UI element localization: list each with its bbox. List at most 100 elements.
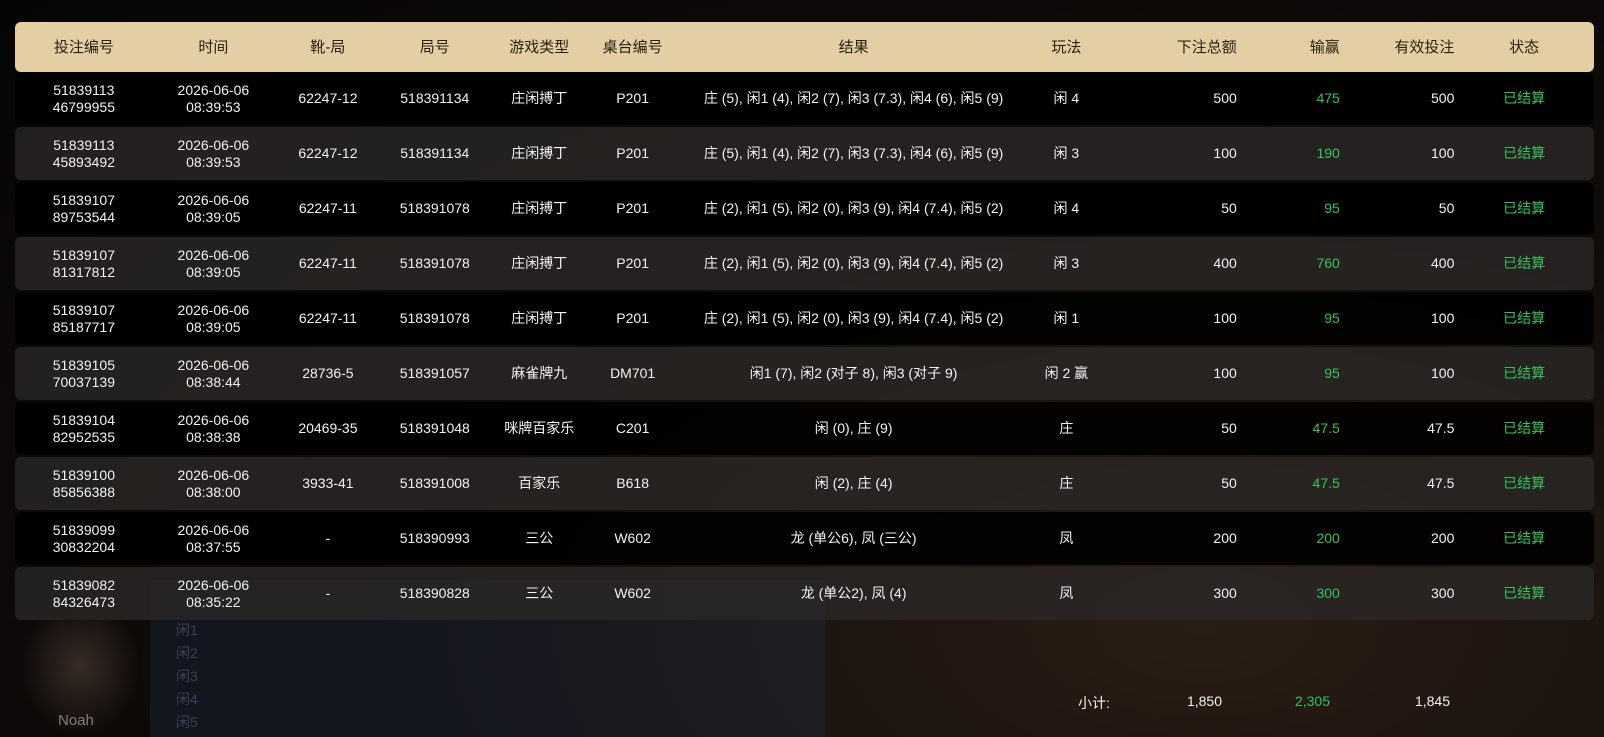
table-row[interactable]: 51839099 30832204 2026-06-06 08:37:55 - 51…: [15, 512, 1594, 565]
total-bet-cell: 50: [1221, 200, 1237, 216]
subtotal-row: 小计: 1,850 2,305 1,845: [0, 693, 1604, 717]
win-loss-cell: 760: [1316, 255, 1340, 271]
table-row[interactable]: 51839107 85187717 2026-06-06 08:39:05 6224…: [15, 292, 1594, 345]
total-bet-cell: 500: [1213, 90, 1237, 106]
table-no-cell: B618: [616, 475, 649, 491]
shoe-round-cell: 62247-12: [298, 90, 358, 106]
result-cell: 庄 (2), 闲1 (5), 闲2 (0), 闲3 (9), 闲4 (7.4),…: [703, 310, 1004, 326]
total-bet-cell: 400: [1213, 255, 1237, 271]
time-cell: 2026-06-06 08:38:44: [153, 357, 274, 391]
status-badge: 已结算: [1503, 585, 1546, 601]
bet-clock: 08:37:55: [186, 538, 241, 555]
play-cell: 庄: [1059, 420, 1074, 436]
round-no-cell: 518391048: [399, 420, 470, 436]
shoe-round-cell: 62247-12: [298, 145, 358, 161]
valid-bet-cell: 400: [1431, 255, 1455, 271]
table-no-cell: P201: [616, 200, 649, 216]
play-cell: 闲 3: [1053, 255, 1080, 271]
round-no-cell: 518391078: [399, 200, 470, 216]
table-row[interactable]: 51839113 45893492 2026-06-06 08:39:53 6224…: [15, 127, 1594, 180]
background-row-label: 闲2: [176, 645, 198, 661]
status-badge: 已结算: [1503, 310, 1546, 326]
time-cell: 2026-06-06 08:35:22: [153, 577, 274, 611]
play-cell: 闲 4: [1053, 200, 1080, 216]
win-loss-cell: 200: [1316, 530, 1340, 546]
bet-id-part2: 84326473: [52, 593, 115, 610]
table-row[interactable]: 51839113 46799955 2026-06-06 08:39:53 6224…: [15, 72, 1594, 125]
bet-id-part2: 85856388: [52, 483, 115, 500]
time-cell: 2026-06-06 08:38:00: [153, 467, 274, 501]
game-type-cell: 庄闲搏丁: [511, 90, 568, 106]
table-row[interactable]: 51839104 82952535 2026-06-06 08:38:38 2046…: [15, 402, 1594, 455]
bet-id-cell: 51839082 84326473: [15, 577, 153, 611]
bet-id-part2: 85187717: [52, 318, 115, 335]
valid-bet-cell: 47.5: [1427, 475, 1455, 491]
valid-bet-cell: 200: [1431, 530, 1455, 546]
bet-id-cell: 51839113 46799955: [15, 82, 153, 116]
game-type-cell: 庄闲搏丁: [511, 255, 568, 271]
header-win-loss: 输赢: [1309, 38, 1340, 56]
table-header: 投注编号 时间 靴-局 局号 游戏类型 桌台编号 结果 玩法 下注总额 输赢 有…: [15, 22, 1594, 72]
win-loss-cell: 95: [1324, 365, 1340, 381]
background-row-label: 闲1: [176, 622, 198, 638]
bet-id-part1: 51839082: [52, 576, 115, 593]
bet-clock: 08:35:22: [186, 593, 241, 610]
valid-bet-cell: 100: [1431, 145, 1455, 161]
background-row-label: 闲3: [176, 668, 198, 684]
game-type-cell: 麻雀牌九: [511, 365, 568, 381]
bet-id-cell: 51839104 82952535: [15, 412, 153, 446]
game-type-cell: 庄闲搏丁: [511, 200, 568, 216]
round-no-cell: 518390828: [399, 585, 470, 601]
valid-bet-cell: 50: [1438, 200, 1455, 216]
result-cell: 庄 (2), 闲1 (5), 闲2 (0), 闲3 (9), 闲4 (7.4),…: [703, 200, 1004, 216]
table-row[interactable]: 51839105 70037139 2026-06-06 08:38:44 2873…: [15, 347, 1594, 400]
bet-date: 2026-06-06: [177, 191, 250, 208]
header-total-bet: 下注总额: [1176, 38, 1237, 56]
round-no-cell: 518391134: [400, 145, 470, 161]
table-no-cell: C201: [615, 420, 650, 436]
header-play: 玩法: [1051, 38, 1082, 56]
win-loss-cell: 47.5: [1312, 475, 1340, 491]
total-bet-cell: 200: [1213, 530, 1237, 546]
result-cell: 闲 (0), 庄 (9): [814, 420, 893, 436]
game-type-cell: 三公: [525, 530, 554, 546]
shoe-round-cell: 28736-5: [302, 365, 354, 381]
bet-id-part2: 45893492: [52, 153, 115, 170]
result-cell: 闲1 (7), 闲2 (对子 8), 闲3 (对子 9): [749, 365, 958, 381]
shoe-round-cell: 62247-11: [298, 200, 357, 216]
bet-date: 2026-06-06: [177, 81, 250, 98]
time-cell: 2026-06-06 08:39:05: [153, 192, 274, 226]
table-row[interactable]: 51839100 85856388 2026-06-06 08:38:00 3933…: [15, 457, 1594, 510]
shoe-round-cell: 62247-11: [298, 255, 357, 271]
result-cell: 庄 (5), 闲1 (4), 闲2 (7), 闲3 (7.3), 闲4 (6),…: [703, 90, 1004, 106]
play-cell: 闲 4: [1053, 90, 1080, 106]
game-type-cell: 庄闲搏丁: [511, 145, 568, 161]
time-cell: 2026-06-06 08:38:38: [153, 412, 274, 446]
status-badge: 已结算: [1503, 420, 1546, 436]
table-no-cell: P201: [616, 90, 649, 106]
time-cell: 2026-06-06 08:37:55: [153, 522, 274, 556]
result-cell: 龙 (单公6), 凤 (三公): [790, 530, 917, 546]
subtotal-valid-bet: 1,845: [1414, 693, 1450, 709]
valid-bet-cell: 500: [1431, 90, 1455, 106]
header-bet-id: 投注编号: [53, 38, 114, 56]
header-shoe-round: 靴-局: [310, 38, 346, 56]
valid-bet-cell: 100: [1431, 365, 1455, 381]
subtotal-total-bet: 1,850: [1186, 693, 1222, 709]
bet-clock: 08:39:05: [186, 263, 241, 280]
table-row[interactable]: 51839107 81317812 2026-06-06 08:39:05 6224…: [15, 237, 1594, 290]
status-badge: 已结算: [1503, 90, 1546, 106]
play-cell: 闲 1: [1053, 310, 1080, 326]
bet-clock: 08:38:00: [186, 483, 241, 500]
round-no-cell: 518390993: [399, 530, 470, 546]
bet-date: 2026-06-06: [177, 356, 250, 373]
game-type-cell: 三公: [525, 585, 554, 601]
table-row[interactable]: 51839107 89753544 2026-06-06 08:39:05 6224…: [15, 182, 1594, 235]
time-cell: 2026-06-06 08:39:05: [153, 302, 274, 336]
table-row[interactable]: 51839082 84326473 2026-06-06 08:35:22 - 51…: [15, 567, 1594, 620]
subtotal-label: 小计:: [1078, 695, 1110, 711]
bet-date: 2026-06-06: [177, 576, 250, 593]
game-type-cell: 咪牌百家乐: [504, 420, 575, 436]
round-no-cell: 518391008: [399, 475, 470, 491]
bet-id-part1: 51839100: [52, 466, 115, 483]
